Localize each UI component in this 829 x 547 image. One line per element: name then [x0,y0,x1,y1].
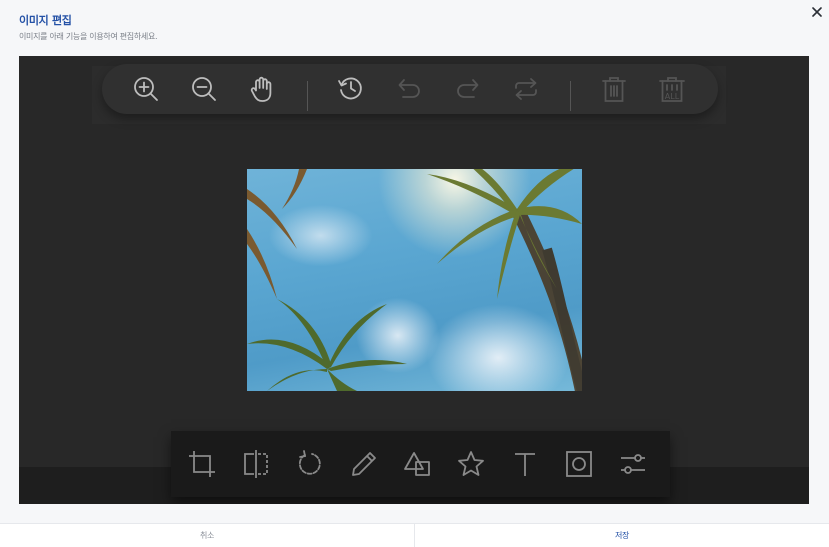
image-editor: ALL [19,56,809,504]
bottom-toolbar [171,431,670,497]
crop-icon [189,451,215,477]
crop-button[interactable] [186,448,218,480]
close-button[interactable] [809,4,825,20]
shape-icon [404,452,430,476]
hand-icon [250,76,272,102]
save-button[interactable]: 저장 [415,524,829,547]
history-button[interactable] [335,72,367,104]
delete-all-button[interactable]: ALL [656,73,688,105]
dialog-title: 이미지 편집 [19,14,72,27]
canvas-image[interactable] [247,169,582,391]
toolbar-divider [307,81,308,111]
shape-button[interactable] [401,448,433,480]
draw-button[interactable] [348,448,380,480]
hand-button[interactable] [246,73,278,105]
dialog-footer: 취소 저장 [0,523,829,547]
flip-icon [244,450,268,478]
top-toolbar: ALL [102,64,718,114]
zoom-in-icon [134,77,158,101]
icon-button[interactable] [455,448,487,480]
trash-all-icon: ALL [659,77,685,102]
filter-icon [621,454,645,474]
toolbar-divider [570,81,571,111]
close-icon [812,7,822,17]
zoom-out-icon [192,77,216,101]
delete-button[interactable] [598,73,630,105]
palm-trees-image [247,169,582,391]
filter-button[interactable] [617,448,649,480]
reset-button[interactable] [510,73,542,105]
undo-button[interactable] [393,73,425,105]
delete-all-label: ALL [665,92,680,101]
cancel-button[interactable]: 취소 [0,524,415,547]
star-icon [458,451,484,476]
reset-icon [515,78,537,100]
text-icon [515,453,535,476]
dialog-subtitle: 이미지를 아래 기능을 이용하여 편집하세요. [19,32,158,41]
trash-icon [602,77,626,102]
pencil-icon [352,452,376,476]
text-button[interactable] [509,448,541,480]
rotate-button[interactable] [294,448,326,480]
redo-button[interactable] [452,73,484,105]
zoom-in-button[interactable] [130,73,162,105]
flip-button[interactable] [240,448,272,480]
zoom-out-button[interactable] [188,73,220,105]
undo-icon [398,79,420,98]
redo-icon [457,79,479,98]
history-icon [338,77,362,100]
mask-button[interactable] [563,448,595,480]
rotate-icon [298,450,321,475]
mask-icon [566,451,592,477]
